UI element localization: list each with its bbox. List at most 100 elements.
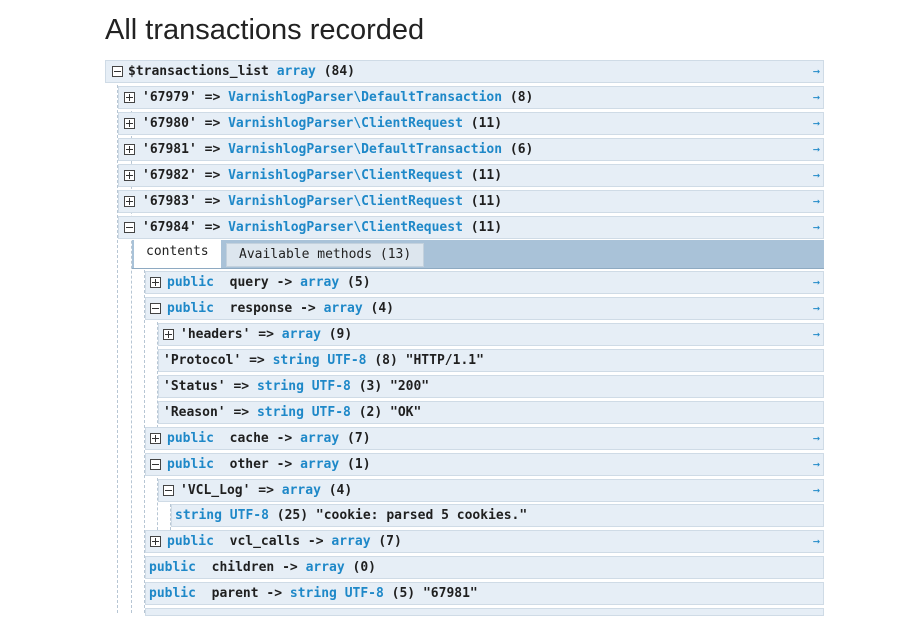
arrow-right-icon[interactable]: → <box>813 191 820 212</box>
entry-count: (11) <box>470 168 503 183</box>
entry-value: "OK" <box>390 405 422 420</box>
entry-count: (11) <box>470 220 503 235</box>
expand-icon[interactable] <box>124 118 135 129</box>
visibility: public <box>167 457 214 472</box>
arrow-right-icon[interactable]: → <box>813 480 820 501</box>
visibility: public <box>167 534 214 549</box>
entry-type: VarnishlogParser\ClientRequest <box>228 220 463 235</box>
property-name: cache <box>229 431 269 446</box>
collapse-icon[interactable] <box>112 66 123 77</box>
property-row-children: public children -> array (0) <box>145 556 824 579</box>
arrow-right-icon[interactable]: → <box>813 324 820 345</box>
property-name: vcl_calls <box>229 534 301 549</box>
visibility: public <box>167 275 214 290</box>
tree-row[interactable]: '67983' => VarnishlogParser\ClientReques… <box>118 190 824 213</box>
property-count: (0) <box>352 560 377 575</box>
entry-count: (4) <box>328 483 353 498</box>
expand-icon[interactable] <box>150 433 161 444</box>
tree-row[interactable]: '67981' => VarnishlogParser\DefaultTrans… <box>118 138 824 161</box>
expand-icon[interactable] <box>124 196 135 207</box>
entry-type: array <box>281 483 321 498</box>
expand-icon[interactable] <box>124 92 135 103</box>
operator: => <box>233 405 250 420</box>
property-type: array <box>300 275 340 290</box>
property-row-query[interactable]: public query -> array (5) → <box>145 271 824 294</box>
tree-row[interactable]: '67980' => VarnishlogParser\ClientReques… <box>118 112 824 135</box>
arrow-right-icon[interactable]: → <box>813 454 820 475</box>
property-row-parent: public parent -> string UTF-8 (5) "67981… <box>145 582 824 605</box>
property-name: children <box>211 560 275 575</box>
tree-row[interactable]: '67979' => VarnishlogParser\DefaultTrans… <box>118 86 824 109</box>
expand-icon[interactable] <box>150 536 161 547</box>
property-count: (4) <box>370 301 395 316</box>
entry-operator: => <box>204 116 221 131</box>
operator: -> <box>300 301 316 316</box>
entry-key: '67982' <box>142 168 197 183</box>
entry-key: '67983' <box>142 194 197 209</box>
operator: => <box>249 353 265 368</box>
arrow-right-icon[interactable]: → <box>813 61 820 82</box>
entry-key: 'Status' <box>163 379 226 394</box>
property-row-vcl-calls[interactable]: public vcl_calls -> array (7) → <box>145 530 824 553</box>
entry-operator: => <box>204 168 221 183</box>
property-name: query <box>229 275 269 290</box>
property-row-vcl-log[interactable]: 'VCL_Log' => array (4) → <box>158 479 824 502</box>
collapse-icon[interactable] <box>150 303 161 314</box>
property-row-response[interactable]: public response -> array (4) → <box>145 297 824 320</box>
operator: -> <box>266 586 283 601</box>
arrow-right-icon[interactable]: → <box>813 428 820 449</box>
entry-operator: => <box>204 220 221 235</box>
collapse-icon[interactable] <box>150 459 161 470</box>
expand-icon[interactable] <box>124 144 135 155</box>
entry-type: string UTF-8 <box>272 353 367 368</box>
entry-type: VarnishlogParser\DefaultTransaction <box>228 142 503 157</box>
entry-operator: => <box>204 194 221 209</box>
arrow-right-icon[interactable]: → <box>813 113 820 134</box>
entry-key: 'VCL_Log' <box>180 483 251 498</box>
entry-key: 'Protocol' <box>163 353 242 368</box>
arrow-right-icon[interactable]: → <box>813 217 820 238</box>
visibility: public <box>149 586 196 601</box>
arrow-right-icon[interactable]: → <box>813 139 820 160</box>
operator: -> <box>276 457 293 472</box>
entry-count: (6) <box>509 142 534 157</box>
entry-key: '67979' <box>142 90 197 105</box>
entry-type: VarnishlogParser\ClientRequest <box>228 194 463 209</box>
entry-key: '67984' <box>142 220 197 235</box>
property-type: array <box>331 534 371 549</box>
property-row-cache[interactable]: public cache -> array (7) → <box>145 427 824 450</box>
arrow-right-icon[interactable]: → <box>813 531 820 552</box>
visibility: public <box>149 560 196 575</box>
operator: -> <box>276 431 293 446</box>
expand-icon[interactable] <box>124 170 135 181</box>
arrow-right-icon[interactable]: → <box>813 272 820 293</box>
entry-operator: => <box>204 142 221 157</box>
tree-root-row[interactable]: $transactions_list array (84) → <box>105 60 824 83</box>
arrow-right-icon[interactable]: → <box>813 165 820 186</box>
property-count: (5) <box>391 586 416 601</box>
entry-type: string UTF-8 <box>256 405 351 420</box>
visibility: public <box>167 301 214 316</box>
property-row-other[interactable]: public other -> array (1) → <box>145 453 824 476</box>
property-name: other <box>229 457 269 472</box>
operator: => <box>258 327 274 342</box>
tree-row[interactable]: '67984' => VarnishlogParser\ClientReques… <box>118 216 824 239</box>
entry-value: "HTTP/1.1" <box>405 353 484 368</box>
object-tabs: contents Available methods (13) <box>132 240 824 269</box>
expand-icon[interactable] <box>150 277 161 288</box>
tree-row[interactable]: '67982' => VarnishlogParser\ClientReques… <box>118 164 824 187</box>
collapse-icon[interactable] <box>124 222 135 233</box>
arrow-right-icon[interactable]: → <box>813 298 820 319</box>
operator: -> <box>307 534 324 549</box>
operator: => <box>258 483 274 498</box>
expand-icon[interactable] <box>163 329 174 340</box>
entry-operator: => <box>204 90 221 105</box>
collapse-icon[interactable] <box>163 485 174 496</box>
property-type: array <box>300 431 340 446</box>
arrow-right-icon[interactable]: → <box>813 87 820 108</box>
property-row-headers[interactable]: 'headers' => array (9) → <box>158 323 824 346</box>
tab-available-methods[interactable]: Available methods (13) <box>226 243 425 267</box>
entry-type: string UTF-8 <box>256 379 351 394</box>
property-row-status: 'Status' => string UTF-8 (3) "200" <box>158 375 824 398</box>
tab-contents[interactable]: contents <box>134 240 221 268</box>
